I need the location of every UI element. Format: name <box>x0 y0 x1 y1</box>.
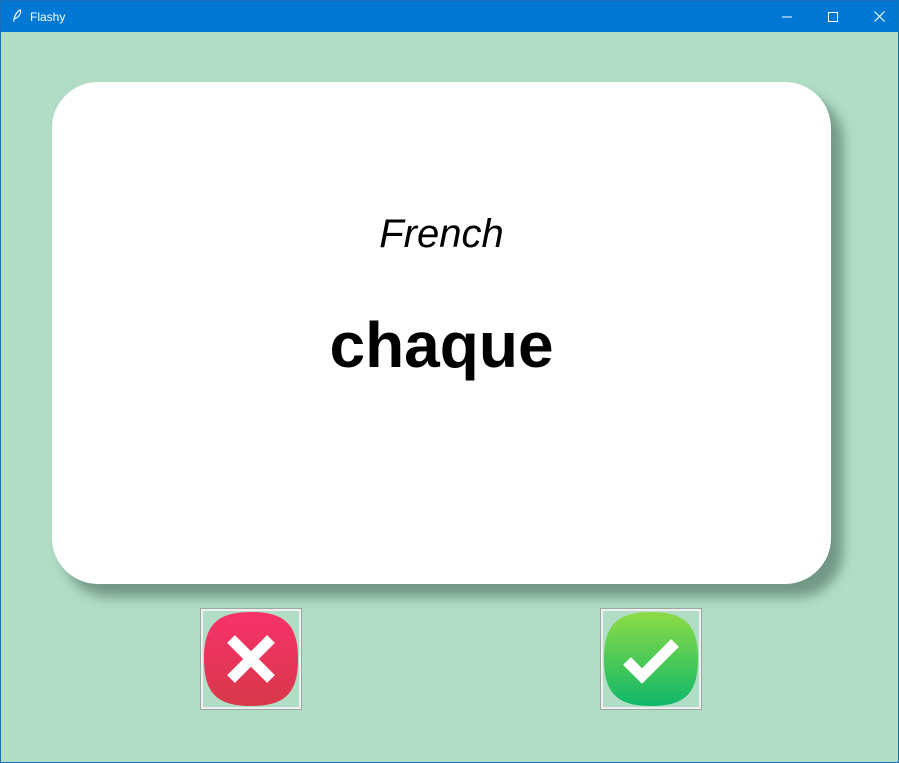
wrong-button-face <box>203 611 299 707</box>
close-button[interactable] <box>856 1 899 32</box>
cross-icon <box>204 612 298 706</box>
minimize-button[interactable] <box>764 1 810 32</box>
checkmark-icon <box>604 612 698 706</box>
maximize-button[interactable] <box>810 1 856 32</box>
window-title: Flashy <box>30 10 66 24</box>
right-button-face <box>603 611 699 707</box>
close-icon <box>873 11 885 22</box>
minimize-icon <box>782 16 792 17</box>
right-button[interactable] <box>600 608 702 710</box>
card-word: chaque <box>329 309 554 381</box>
maximize-icon <box>828 11 838 22</box>
card-language-title: French <box>379 212 504 256</box>
flash-card: French chaque <box>52 82 831 584</box>
feather-icon <box>13 9 22 22</box>
title-bar[interactable]: Flashy <box>1 1 898 32</box>
wrong-button[interactable] <box>200 608 302 710</box>
app-window: Flashy French chaque <box>0 0 899 763</box>
